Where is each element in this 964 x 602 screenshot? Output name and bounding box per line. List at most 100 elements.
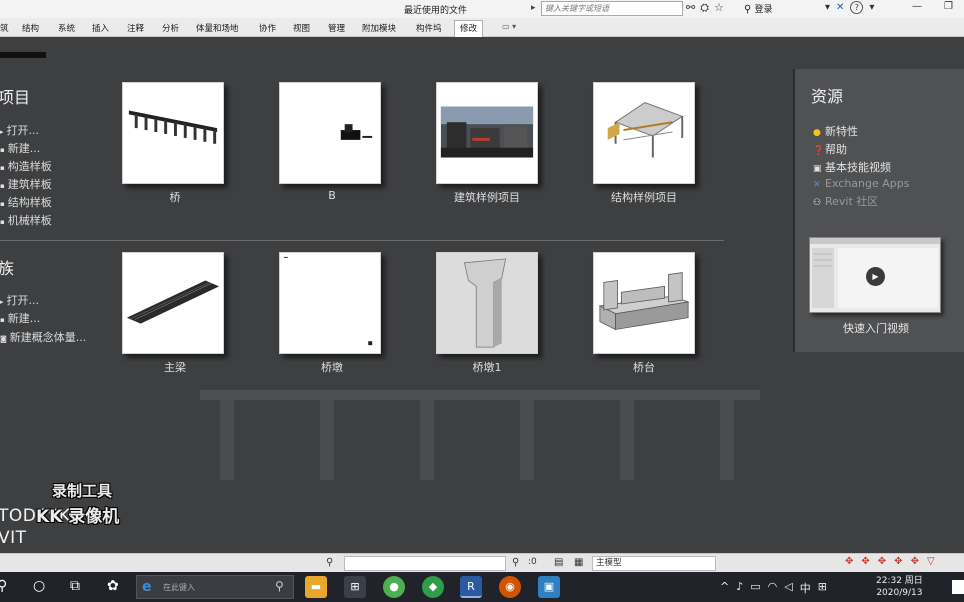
design-options-icon[interactable]: ▦ — [574, 557, 583, 568]
tab-view[interactable]: 视图 — [293, 22, 310, 34]
abutment-model-image — [598, 272, 690, 331]
browser-green-icon[interactable]: ● — [383, 576, 405, 598]
notification-icon[interactable] — [952, 580, 964, 594]
exchange-apps-link[interactable]: ✕ Exchange Apps — [813, 177, 909, 190]
quick-start-video-label: 快速入门视频 — [843, 322, 909, 335]
essential-skills-video-link[interactable]: ▣ 基本技能视频 — [813, 159, 891, 175]
editable-only-icon[interactable]: ▤ — [554, 557, 563, 568]
dropdown-arrow-icon[interactable]: ▾ — [825, 2, 830, 13]
star-icon[interactable]: ☆ — [714, 1, 724, 15]
help-link[interactable]: ❓帮助 — [813, 141, 847, 157]
family-new-link[interactable]: ▪ 新建... — [0, 310, 40, 326]
exchange-apps-icon[interactable]: ✕ — [836, 2, 844, 13]
project-thumb-struct-sample[interactable] — [593, 82, 695, 184]
tab-massing-site[interactable]: 体量和场地 — [196, 22, 239, 34]
section-divider — [0, 240, 724, 241]
bullet-icon: ◙ — [0, 335, 7, 343]
whats-new-link[interactable]: ● 新特性 — [813, 123, 858, 139]
store-icon[interactable]: ⊞ — [344, 576, 366, 598]
ime-indicator[interactable]: 中 — [800, 580, 811, 596]
family-thumb-pier1[interactable] — [436, 252, 538, 354]
tab-manage[interactable]: 管理 — [328, 22, 345, 34]
search-icon: ⚲ — [275, 579, 284, 593]
revit-icon[interactable]: R — [460, 576, 482, 598]
help-dropdown-icon[interactable]: ▾ — [869, 2, 874, 13]
tab-architecture[interactable]: 筑 — [0, 22, 9, 34]
tab-add-ins[interactable]: 附加模块 — [362, 22, 396, 34]
workset-field[interactable] — [344, 556, 506, 571]
search-expand-icon[interactable]: ▸ — [531, 3, 536, 13]
drag-on-selection-icon[interactable]: ✥ — [911, 556, 919, 567]
link-label: Revit 社区 — [825, 195, 879, 208]
thumb-label: B — [328, 189, 336, 202]
tab-modify[interactable]: 修改 — [454, 20, 484, 37]
tab-systems[interactable]: 系统 — [58, 22, 75, 34]
help-search-input[interactable]: 键入关键字或短语 — [541, 1, 683, 16]
architectural-template-link[interactable]: ▪ 建筑样板 — [0, 176, 52, 192]
brand-text-line2: VIT — [0, 528, 27, 548]
tab-annotate[interactable]: 注释 — [127, 22, 144, 34]
tab-component-dock[interactable]: 构件坞 — [416, 22, 442, 34]
clock[interactable]: 22:32 周日 2020/9/13 — [876, 575, 923, 599]
mechanical-template-link[interactable]: ▪ 机械样板 — [0, 212, 52, 228]
link-label: 构造样板 — [7, 160, 52, 173]
select-by-face-icon[interactable]: ✥ — [894, 556, 902, 567]
filter-funnel-icon[interactable]: ▽ — [927, 556, 935, 567]
model-select[interactable]: 主模型 — [592, 556, 716, 571]
browser-360-icon[interactable]: ◆ — [422, 576, 444, 598]
battery-icon[interactable]: ▭ — [750, 580, 760, 596]
filter-icon[interactable]: ⚲ — [512, 557, 519, 568]
tab-structure[interactable]: 结构 — [22, 22, 39, 34]
project-new-link[interactable]: ▪ 新建... — [0, 140, 40, 156]
revit-community-link[interactable]: ⚇ Revit 社区 — [813, 193, 878, 209]
user-icon: ⚲ — [744, 4, 755, 15]
link-label: 机械样板 — [7, 214, 52, 227]
tray-expand-icon[interactable]: ^ — [720, 580, 729, 596]
family-thumb-abutment[interactable] — [593, 252, 695, 354]
select-underlay-icon[interactable]: ✥ — [861, 556, 869, 567]
family-thumb-girder[interactable] — [122, 252, 224, 354]
pier-blank-image — [283, 256, 373, 346]
family-thumb-pier[interactable] — [279, 252, 381, 354]
tab-analyze[interactable]: 分析 — [162, 22, 179, 34]
ribbon-options-dropdown-icon[interactable]: ▭ ▾ — [502, 22, 516, 31]
edge-icon: e — [142, 579, 152, 595]
select-pinned-icon[interactable]: ✥ — [878, 556, 886, 567]
minimize-icon[interactable]: — — [912, 1, 922, 12]
cortana-icon[interactable]: ○ — [33, 578, 45, 594]
cad-app-icon[interactable]: ▣ — [538, 576, 560, 598]
bullet-icon: ▪ — [0, 164, 5, 172]
recorder-icon[interactable]: ◉ — [499, 576, 521, 598]
play-icon[interactable]: ▶ — [866, 267, 885, 286]
binoculars-icon[interactable]: ⚯ — [686, 1, 695, 15]
pinwheel-app-icon[interactable]: ✿ — [107, 578, 119, 594]
structural-template-link[interactable]: ▪ 结构样板 — [0, 194, 52, 210]
volume-icon[interactable]: ◁ — [784, 580, 792, 596]
project-thumb-bridge[interactable] — [122, 82, 224, 184]
file-explorer-icon[interactable]: ▬ — [305, 576, 327, 598]
task-view-icon[interactable]: ⧉ — [70, 578, 80, 594]
project-open-link[interactable]: ▸ 打开... — [0, 122, 39, 138]
select-links-icon[interactable]: ✥ — [845, 556, 853, 567]
bullet-icon: ▪ — [0, 182, 5, 190]
family-open-link[interactable]: ▸ 打开... — [0, 292, 39, 308]
start-icon[interactable]: ⚲ — [0, 578, 7, 594]
tab-collaborate[interactable]: 协作 — [259, 22, 276, 34]
taskbar-search-box[interactable]: e 在此键入 ⚲ — [136, 575, 294, 599]
projects-title: 项目 — [0, 88, 31, 107]
project-thumb-arch-sample[interactable] — [436, 82, 538, 184]
wifi-icon[interactable]: ◠ — [768, 580, 778, 596]
help-icon[interactable]: ? — [850, 1, 864, 14]
microphone-icon[interactable]: ♪ — [736, 580, 743, 596]
workset-icon[interactable]: ⚲ — [326, 557, 333, 568]
tab-insert[interactable]: 插入 — [92, 22, 109, 34]
quick-start-video-thumbnail[interactable]: ▶ — [809, 237, 941, 313]
restore-icon[interactable]: ❐ — [944, 1, 953, 12]
construction-template-link[interactable]: ▪ 构造样板 — [0, 158, 52, 174]
new-conceptual-mass-link[interactable]: ◙ 新建概念体量... — [0, 329, 86, 345]
subscription-icon[interactable]: ⛭ — [700, 1, 709, 15]
project-thumb-b[interactable] — [279, 82, 381, 184]
title-bar: 最近使用的文件 ▸ 键入关键字或短语 ⚯ ⛭ ☆ ⚲ 登录 ▾ ✕ ? ▾ — … — [0, 0, 964, 18]
login-button[interactable]: ⚲ 登录 — [744, 2, 773, 15]
keyboard-icon[interactable]: ⊞ — [818, 580, 827, 596]
